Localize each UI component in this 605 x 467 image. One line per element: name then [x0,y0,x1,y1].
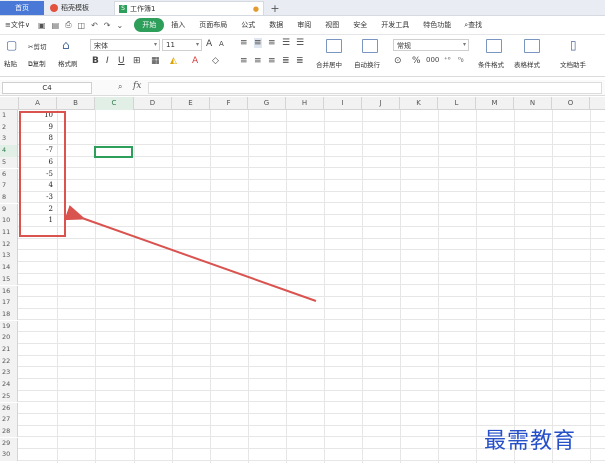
annotation-arrow [64,205,317,302]
arrow-line [64,205,317,302]
watermark-text: 最需教育 [484,429,577,454]
